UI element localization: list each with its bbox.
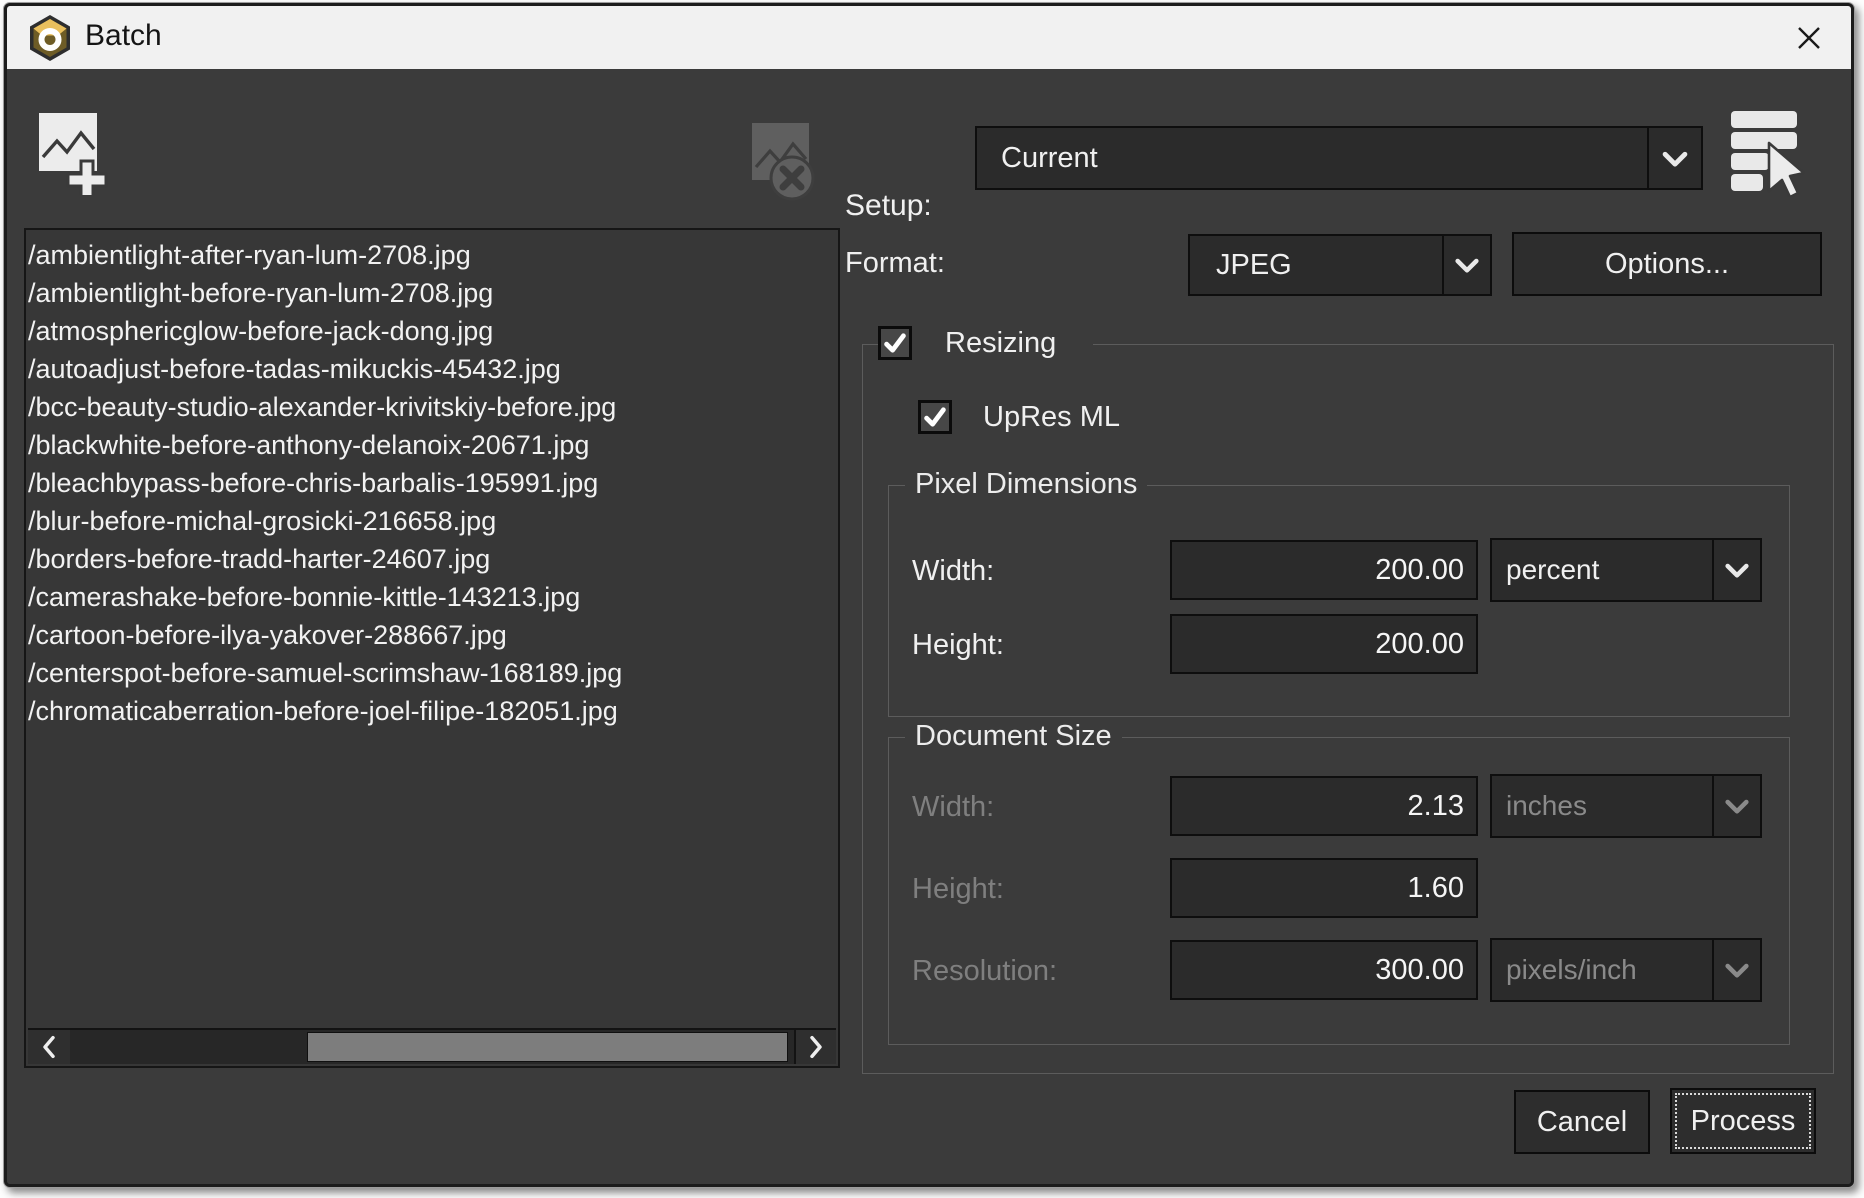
chevron-down-icon xyxy=(1712,540,1760,600)
resolution-field[interactable]: 300.00 xyxy=(1170,940,1478,1000)
scroll-right-button[interactable] xyxy=(794,1030,836,1064)
list-item[interactable]: /atmosphericglow-before-jack-dong.jpg xyxy=(28,312,838,350)
app-logo-icon xyxy=(27,14,73,62)
doc-height-field[interactable]: 1.60 xyxy=(1170,858,1478,918)
setup-dropdown-value: Current xyxy=(977,128,1647,188)
checkmark-icon xyxy=(923,406,947,428)
pixel-unit-dropdown[interactable]: percent xyxy=(1490,538,1762,602)
chevron-down-icon xyxy=(1442,236,1490,294)
setup-dropdown[interactable]: Current xyxy=(975,126,1703,190)
doc-height-label: Height: xyxy=(912,873,1004,906)
process-button[interactable]: Process xyxy=(1670,1088,1816,1154)
horizontal-scrollbar[interactable] xyxy=(28,1028,836,1064)
window-chrome: Batch xyxy=(4,3,1854,1187)
doc-width-label: Width: xyxy=(912,791,994,824)
doc-unit-dropdown: inches xyxy=(1490,774,1762,838)
file-list[interactable]: /ambientlight-after-ryan-lum-2708.jpg/am… xyxy=(24,228,840,1068)
document-size-title: Document Size xyxy=(905,720,1122,753)
list-item[interactable]: /bleachbypass-before-chris-barbalis-1959… xyxy=(28,464,838,502)
list-item[interactable]: /camerashake-before-bonnie-kittle-143213… xyxy=(28,578,838,616)
window-title: Batch xyxy=(85,19,162,53)
upres-ml-checkbox[interactable] xyxy=(918,400,952,434)
list-item[interactable]: /bcc-beauty-studio-alexander-krivitskiy-… xyxy=(28,388,838,426)
chevron-left-icon xyxy=(41,1034,57,1060)
checkmark-icon xyxy=(883,332,907,354)
setup-label: Setup: xyxy=(845,189,932,223)
resolution-unit-value: pixels/inch xyxy=(1492,940,1712,1000)
title-bar: Batch xyxy=(7,6,1851,69)
remove-images-button-disabled xyxy=(750,121,816,203)
format-label: Format: xyxy=(845,247,945,280)
pixel-unit-value: percent xyxy=(1492,540,1712,600)
file-list-items: /ambientlight-after-ryan-lum-2708.jpg/am… xyxy=(28,236,838,730)
upres-ml-checkbox-label[interactable]: UpRes ML xyxy=(983,401,1120,434)
pixel-dimensions-title: Pixel Dimensions xyxy=(905,468,1147,501)
dialog-body: Setup: Current /ambientlight-afte xyxy=(7,69,1851,1184)
list-item[interactable]: /blur-before-michal-grosicki-216658.jpg xyxy=(28,502,838,540)
doc-width-field[interactable]: 2.13 xyxy=(1170,776,1478,836)
dialog-window: Batch xyxy=(3,2,1855,1188)
chevron-down-icon xyxy=(1712,940,1760,1000)
format-options-button[interactable]: Options... xyxy=(1512,232,1822,296)
list-item[interactable]: /cartoon-before-ilya-yakover-288667.jpg xyxy=(28,616,838,654)
pixel-width-label: Width: xyxy=(912,555,994,588)
pixel-width-field[interactable]: 200.00 xyxy=(1170,540,1478,600)
close-icon xyxy=(1794,23,1824,53)
cancel-button[interactable]: Cancel xyxy=(1514,1090,1650,1154)
resizing-checkbox[interactable] xyxy=(878,326,912,360)
chevron-down-icon xyxy=(1647,128,1701,188)
list-item[interactable]: /blackwhite-before-anthony-delanoix-2067… xyxy=(28,426,838,464)
resolution-label: Resolution: xyxy=(912,955,1057,988)
pixel-height-label: Height: xyxy=(912,629,1004,662)
chevron-down-icon xyxy=(1712,776,1760,836)
list-item[interactable]: /borders-before-tradd-harter-24607.jpg xyxy=(28,540,838,578)
pixel-height-field[interactable]: 200.00 xyxy=(1170,614,1478,674)
add-images-button[interactable] xyxy=(36,109,114,195)
list-item[interactable]: /ambientlight-before-ryan-lum-2708.jpg xyxy=(28,274,838,312)
format-dropdown-value: JPEG xyxy=(1190,236,1442,294)
resizing-checkbox-label[interactable]: Resizing xyxy=(945,327,1056,360)
doc-unit-value: inches xyxy=(1492,776,1712,836)
list-item[interactable]: /centerspot-before-samuel-scrimshaw-1681… xyxy=(28,654,838,692)
format-dropdown[interactable]: JPEG xyxy=(1188,234,1492,296)
scroll-left-button[interactable] xyxy=(28,1030,70,1064)
resolution-unit-dropdown: pixels/inch xyxy=(1490,938,1762,1002)
list-item[interactable]: /chromaticaberration-before-joel-filipe-… xyxy=(28,692,838,730)
close-button[interactable] xyxy=(1787,16,1831,60)
list-item[interactable]: /autoadjust-before-tadas-mikuckis-45432.… xyxy=(28,350,838,388)
chevron-right-icon xyxy=(808,1034,824,1060)
apply-batch-list-button[interactable] xyxy=(1729,109,1805,197)
batch-dialog: Batch xyxy=(0,0,1864,1198)
list-item[interactable]: /ambientlight-after-ryan-lum-2708.jpg xyxy=(28,236,838,274)
scrollbar-thumb[interactable] xyxy=(307,1032,788,1062)
